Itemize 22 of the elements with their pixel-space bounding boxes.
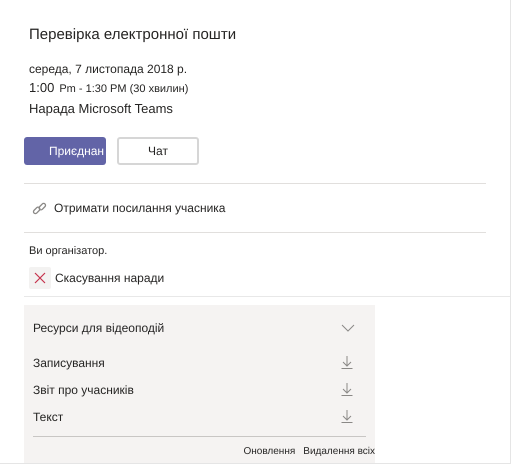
download-icon[interactable] — [341, 356, 353, 369]
resource-item[interactable]: Звіт про учасників — [33, 380, 134, 398]
download-icon[interactable] — [341, 410, 353, 423]
link-icon — [32, 200, 47, 216]
resource-item[interactable]: Записування — [33, 354, 105, 372]
footer-link[interactable]: Оновлення — [243, 444, 296, 459]
chevron-icon[interactable] — [341, 324, 355, 332]
start-time: 1:00 — [29, 79, 54, 97]
download-icon[interactable] — [341, 383, 353, 396]
meeting-type: Нарада Microsoft Teams — [29, 100, 174, 118]
time-range: Pm - 1:30 PM (30 хвилин) — [59, 82, 188, 97]
meeting-title: Перевірка електронної пошти — [29, 25, 238, 45]
meeting-date: середа, 7 листопада 2018 р. — [29, 61, 188, 77]
chat-button[interactable]: Чат — [117, 137, 199, 165]
cancel-meeting-action[interactable]: Скасування наради — [55, 269, 164, 287]
join-button[interactable]: Приєднан — [24, 137, 106, 165]
resources-title: Ресурси для відеоподій — [33, 320, 164, 337]
cancel-icon — [29, 267, 51, 289]
footer-link[interactable]: Видалення всіх — [303, 444, 375, 459]
resource-item[interactable]: Текст — [33, 408, 64, 426]
get-link-action[interactable]: Отримати посилання учасника — [54, 199, 226, 217]
organizer-note: Ви організатор. — [29, 244, 108, 258]
